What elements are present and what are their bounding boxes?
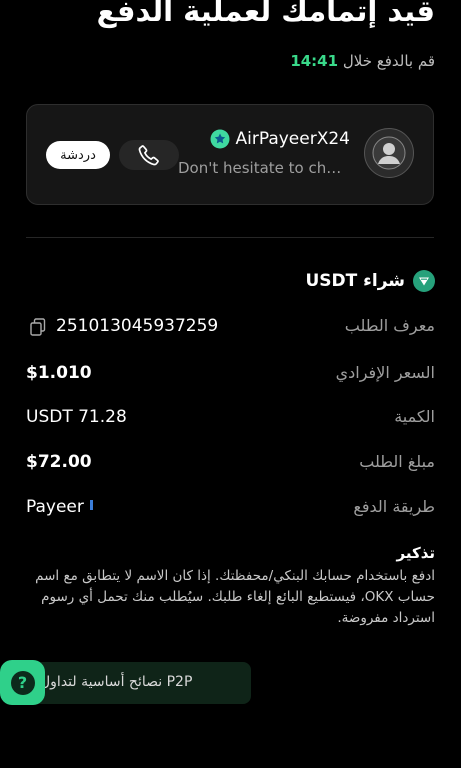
payment-method-name: Payeer [26, 497, 84, 517]
buy-label: شراء USDT [305, 271, 406, 291]
payment-method-color-bar [89, 500, 93, 510]
timer-label: قم بالدفع خلال [342, 52, 435, 70]
reminder-title: تذكير [396, 544, 435, 562]
merchant-subtext: Don't hesitate to chat with me [178, 159, 350, 177]
timer-value: 14:41 [290, 52, 339, 70]
merchant-avatar[interactable] [364, 128, 414, 178]
divider [26, 237, 434, 238]
buy-header: شراء USDT [305, 270, 435, 292]
quantity-label: الكمية [394, 407, 435, 426]
quantity-value: USDT 71.28 [26, 407, 127, 427]
p2p-tips-label[interactable]: نصائح أساسية لتداول P2P [40, 674, 192, 690]
order-amount-value: $72.00 [26, 452, 92, 472]
copy-icon[interactable] [30, 318, 46, 336]
unit-price-value: $1.010 [26, 363, 92, 383]
order-amount-label: مبلغ الطلب [359, 452, 435, 471]
phone-icon [138, 145, 159, 166]
help-button[interactable]: ? [0, 660, 45, 705]
payment-method-label: طريقة الدفع [353, 497, 435, 516]
payment-timer: قم بالدفع خلال 14:41 [284, 52, 435, 70]
reminder-text: ادفع باستخدام حسابك البنكي/محفظتك. إذا ك… [35, 568, 435, 626]
merchant-name-row[interactable]: AirPayeerX24 [210, 129, 351, 149]
merchant-name: AirPayeerX24 [235, 129, 351, 149]
usdt-icon [413, 270, 435, 292]
question-mark-icon: ? [10, 670, 35, 695]
page-title: قيد إتمامك لعملية الدفع [96, 0, 435, 28]
order-id-value: 251013045937259 [56, 316, 219, 336]
user-icon [372, 136, 406, 170]
verified-badge-icon [210, 129, 229, 149]
order-id-label: معرف الطلب [344, 316, 435, 335]
unit-price-label: السعر الإفرادي [335, 363, 435, 382]
payment-method-value: Payeer [26, 497, 93, 517]
call-button[interactable] [119, 140, 179, 170]
chat-button[interactable]: دردشة [46, 141, 110, 169]
